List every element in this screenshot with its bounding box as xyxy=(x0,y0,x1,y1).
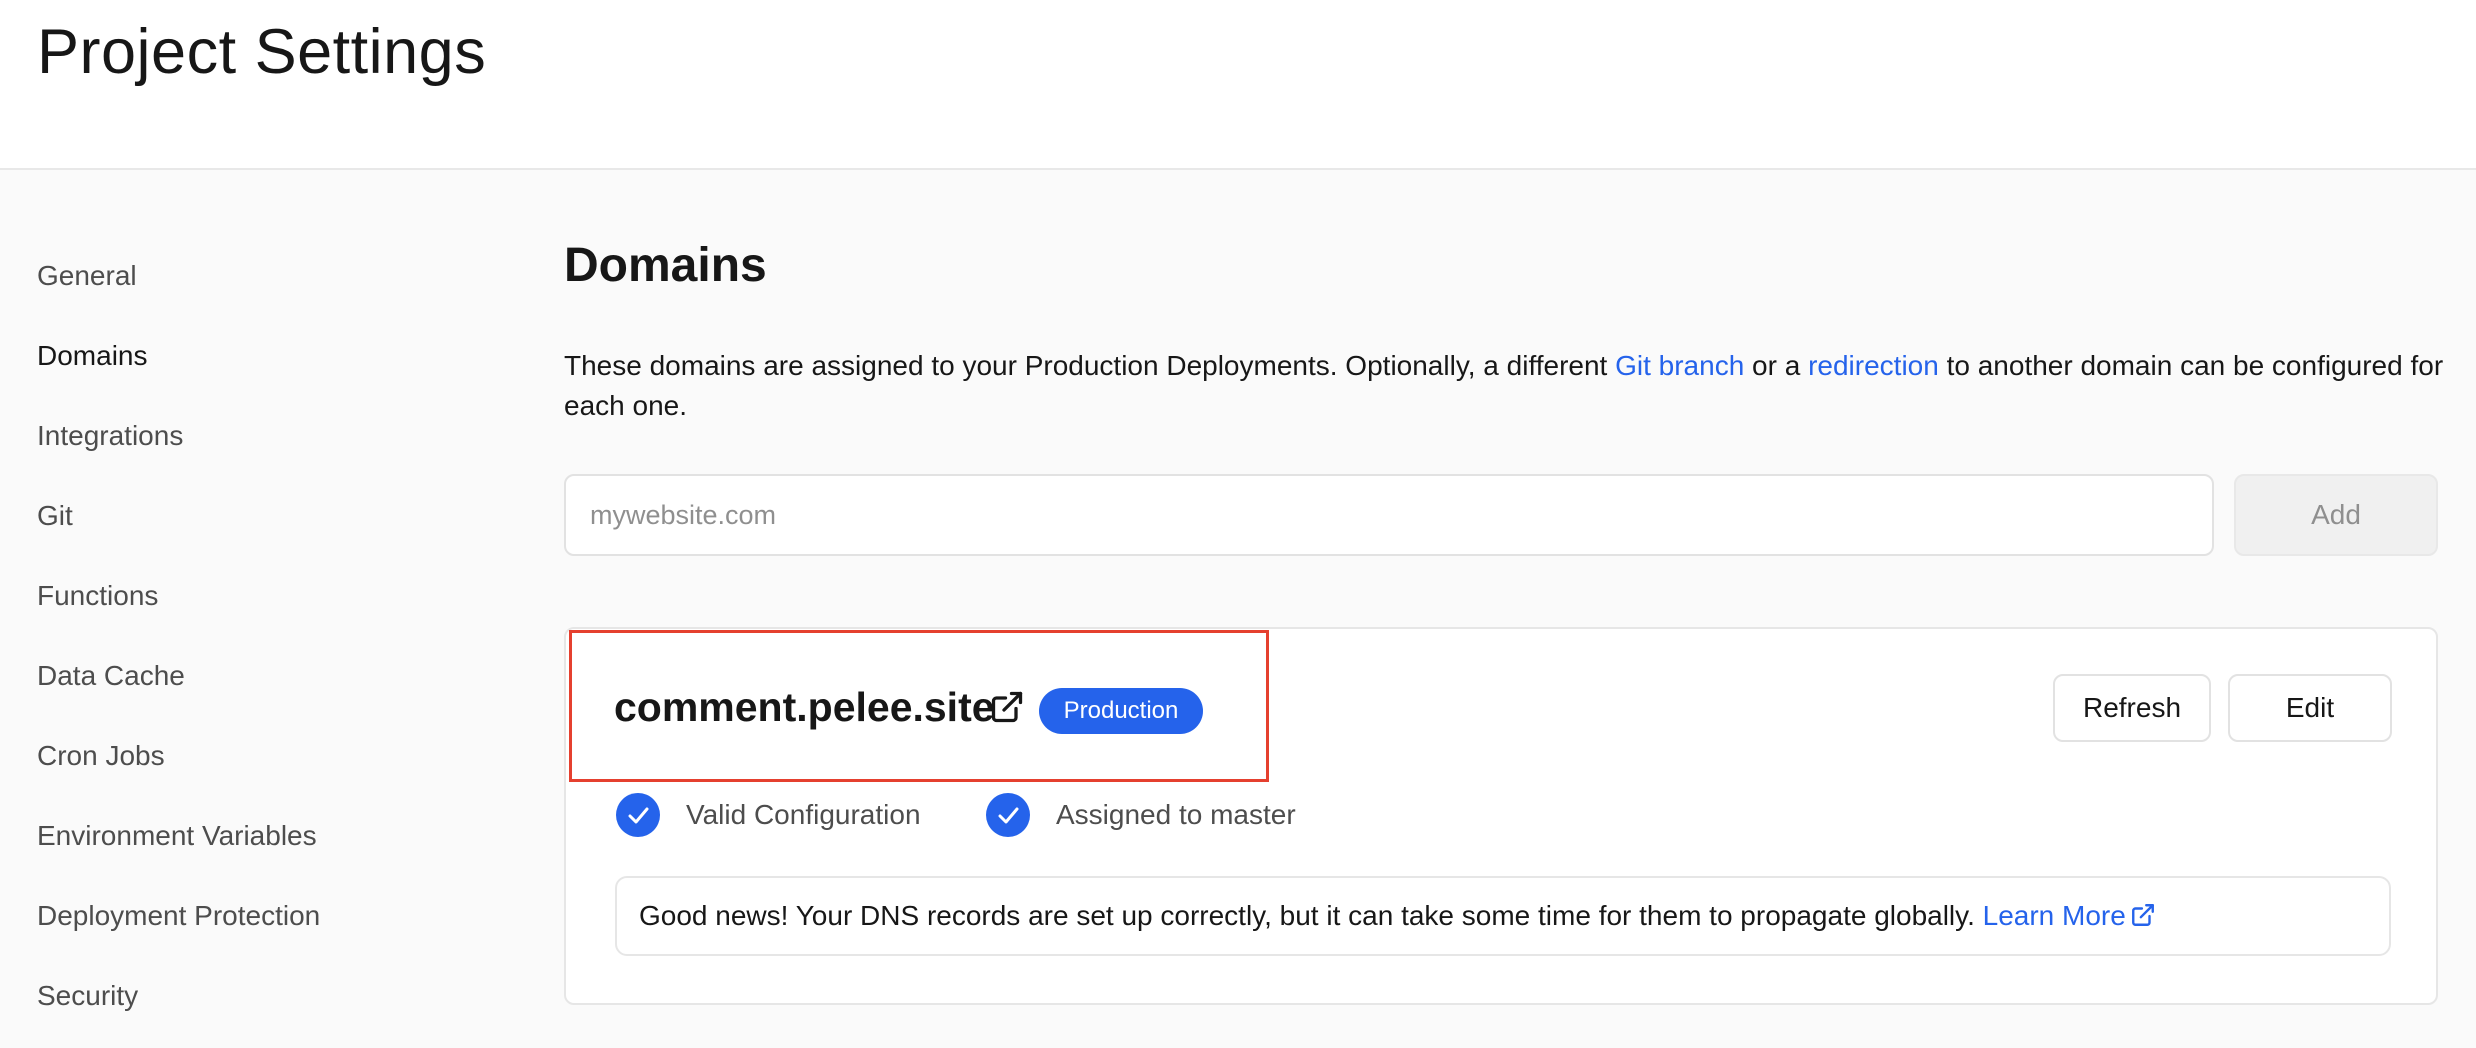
domain-name-link[interactable]: comment.pelee.site xyxy=(614,679,995,735)
redirection-link[interactable]: redirection xyxy=(1808,350,1939,381)
learn-more-label: Learn More xyxy=(1982,900,2126,931)
sidebar-item-integrations[interactable]: Integrations xyxy=(37,416,183,456)
learn-more-link[interactable]: Learn More xyxy=(1983,900,2156,931)
sidebar-item-data-cache[interactable]: Data Cache xyxy=(37,656,185,696)
sidebar-item-general[interactable]: General xyxy=(37,256,137,296)
production-badge: Production xyxy=(1039,688,1203,734)
refresh-button[interactable]: Refresh xyxy=(2053,674,2211,742)
valid-configuration-label: Valid Configuration xyxy=(686,799,921,830)
check-circle-icon xyxy=(986,793,1030,837)
sidebar-item-cron-jobs[interactable]: Cron Jobs xyxy=(37,736,165,776)
notice-text: Good news! Your DNS records are set up c… xyxy=(639,900,1983,931)
git-branch-link[interactable]: Git branch xyxy=(1615,350,1744,381)
sidebar-item-security[interactable]: Security xyxy=(37,976,138,1016)
add-domain-button[interactable]: Add xyxy=(2234,474,2438,556)
domains-description: These domains are assigned to your Produ… xyxy=(564,346,2444,426)
description-text-middle: or a xyxy=(1744,350,1809,381)
settings-sidebar: General Domains Integrations Git Functio… xyxy=(0,170,540,1048)
edit-button[interactable]: Edit xyxy=(2228,674,2392,742)
sidebar-item-deployment-protection[interactable]: Deployment Protection xyxy=(37,896,320,936)
section-title: Domains xyxy=(564,239,767,292)
domain-card: comment.pelee.site Production Refresh Ed… xyxy=(564,627,2438,1005)
check-circle-icon xyxy=(616,793,660,837)
sidebar-item-environment-variables[interactable]: Environment Variables xyxy=(37,816,317,856)
sidebar-item-git[interactable]: Git xyxy=(37,496,73,536)
external-link-icon[interactable] xyxy=(989,689,1025,725)
dns-notice: Good news! Your DNS records are set up c… xyxy=(615,876,2391,956)
assigned-branch-label: Assigned to master xyxy=(1056,799,1296,830)
page-header: Project Settings xyxy=(0,0,2476,170)
page-title: Project Settings xyxy=(37,17,487,87)
external-link-icon xyxy=(2130,881,2156,926)
description-text-before: These domains are assigned to your Produ… xyxy=(564,350,1616,381)
sidebar-item-functions[interactable]: Functions xyxy=(37,576,158,616)
domain-input[interactable] xyxy=(564,474,2214,556)
sidebar-item-domains[interactable]: Domains xyxy=(37,336,147,376)
